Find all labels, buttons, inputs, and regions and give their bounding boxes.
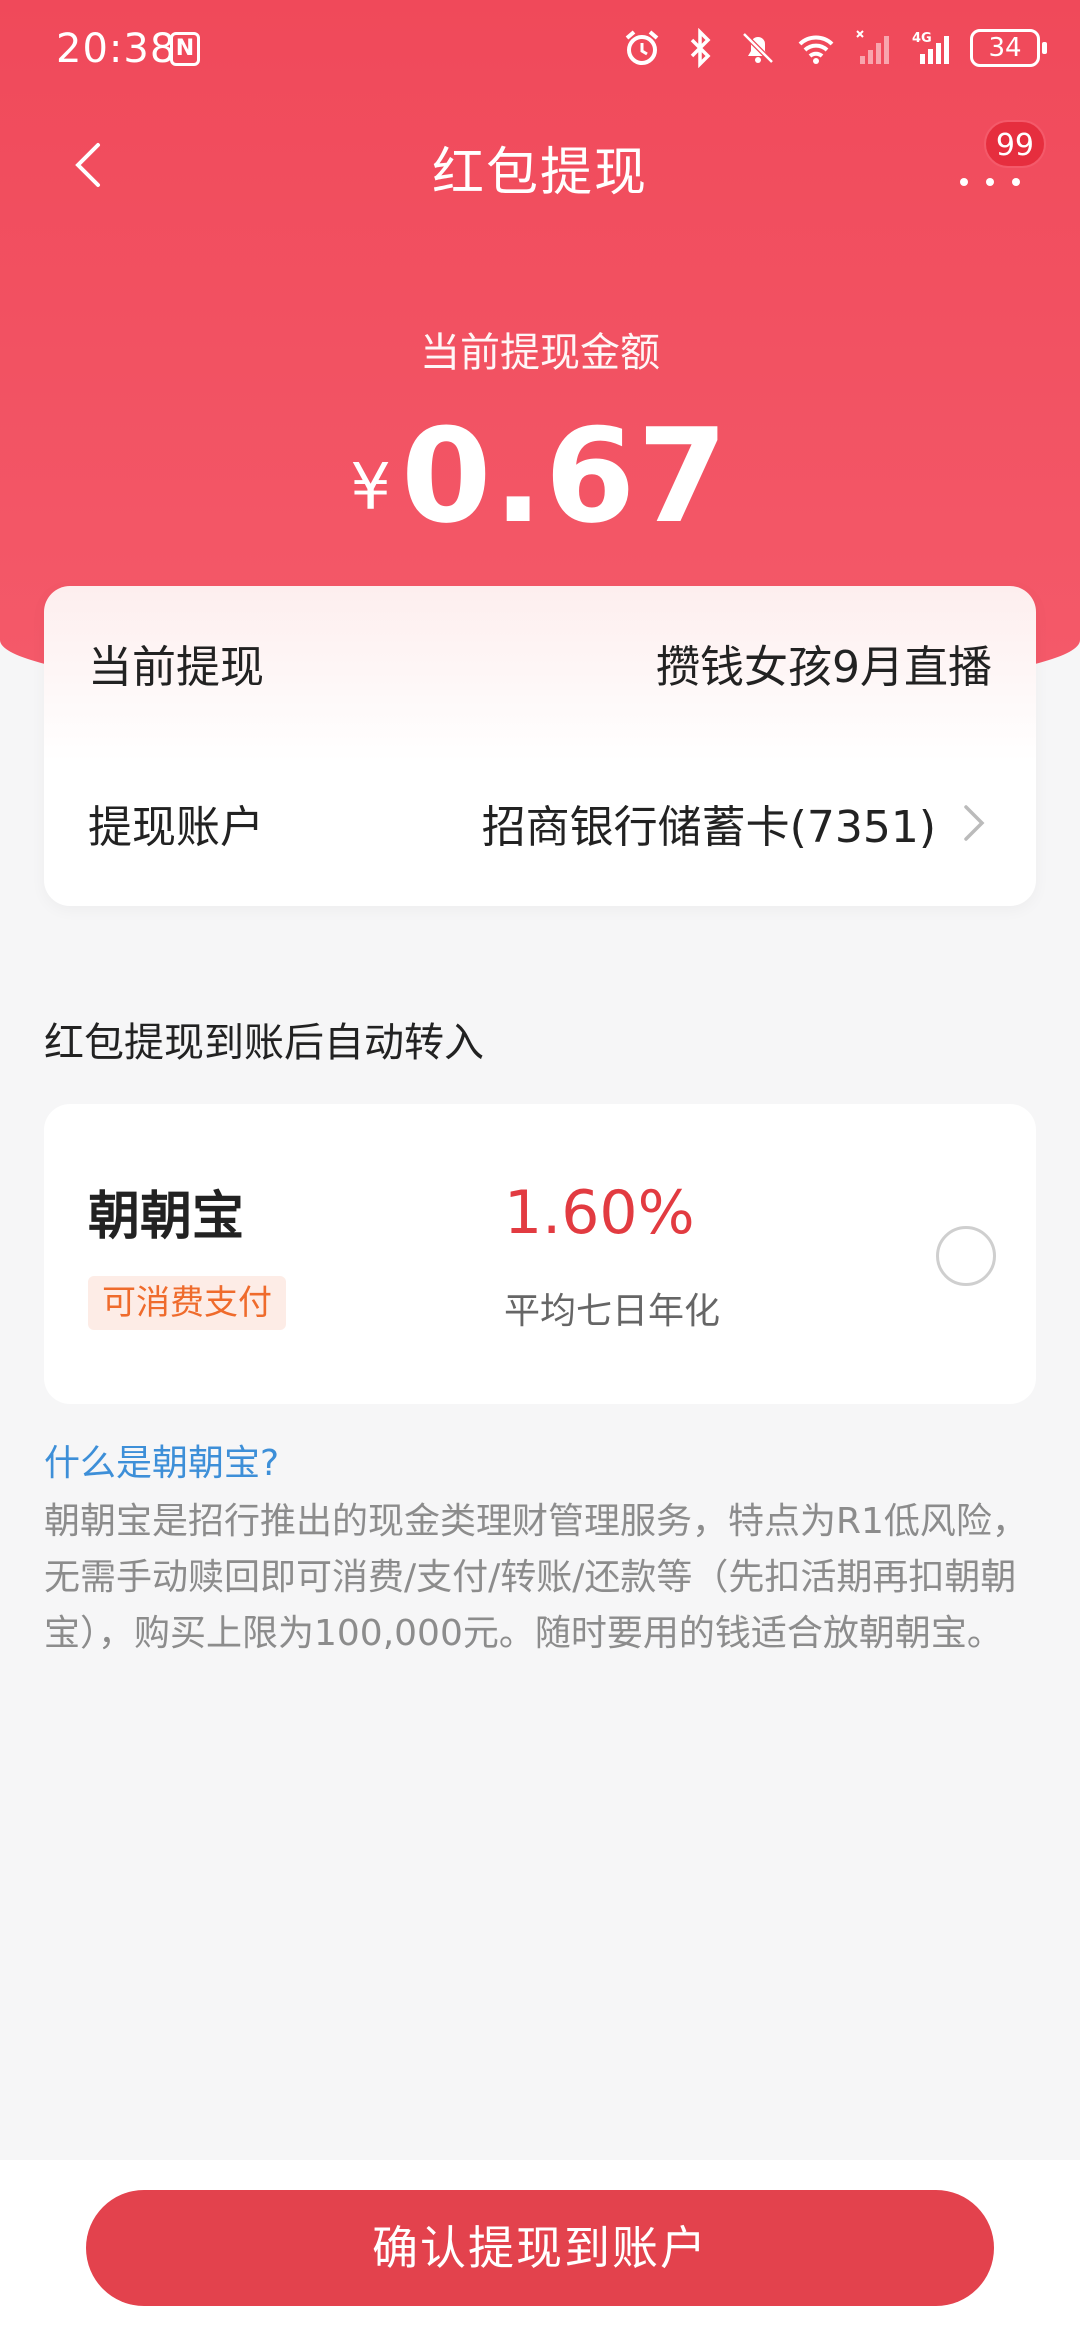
- current-withdraw-row: 当前提现 攒钱女孩9月直播: [88, 618, 992, 708]
- auto-transfer-title: 红包提现到账后自动转入: [44, 1020, 484, 1066]
- product-description: 朝朝宝是招行推出的现金类理财管理服务，特点为R1低风险，无需手动赎回即可消费/支…: [44, 1501, 1028, 1654]
- svg-text:4G: 4G: [912, 31, 932, 46]
- status-bar: 20:38 N 4G 34: [0, 0, 1080, 100]
- wifi-icon: [798, 35, 834, 64]
- status-time: 20:38: [56, 26, 177, 72]
- current-withdraw-value: 攒钱女孩9月直播: [656, 642, 992, 693]
- product-option-card[interactable]: 朝朝宝 可消费支付 1.60% 平均七日年化: [44, 1104, 1036, 1404]
- product-tag: 可消费支付: [88, 1276, 286, 1330]
- currency-symbol: ¥: [350, 451, 391, 525]
- amount-label: 当前提现金额: [420, 330, 660, 376]
- yield-rate: 1.60%: [504, 1178, 695, 1248]
- withdraw-account-value-group: 招商银行储蓄卡(7351): [482, 791, 992, 855]
- yield-rate-label: 平均七日年化: [504, 1291, 721, 1332]
- chevron-right-icon: [964, 805, 985, 841]
- notification-badge: 99: [983, 120, 1046, 168]
- battery-icon: 34: [970, 29, 1047, 67]
- amount-value: 0.67: [400, 400, 730, 552]
- radio-unchecked-icon[interactable]: [936, 1226, 996, 1286]
- navigation-bar: 红包提现 99: [0, 110, 1080, 220]
- signal-sim1-icon: [856, 30, 889, 64]
- withdraw-account-label: 提现账户: [88, 802, 264, 853]
- confirm-withdraw-button[interactable]: 确认提现到账户: [86, 2190, 994, 2306]
- what-is-product-link[interactable]: 什么是朝朝宝?: [44, 1434, 279, 1486]
- amount-display: ¥0.67: [0, 400, 1080, 552]
- withdraw-info-card: 当前提现 攒钱女孩9月直播 提现账户 招商银行储蓄卡(7351): [44, 586, 1036, 906]
- signal-4g-icon: 4G: [912, 31, 949, 64]
- product-name: 朝朝宝: [88, 1187, 245, 1247]
- status-icons: 4G 34: [622, 24, 1047, 72]
- mute-bell-icon: [742, 32, 774, 64]
- withdraw-account-value: 招商银行储蓄卡(7351): [481, 802, 936, 853]
- page-title: 红包提现: [431, 143, 648, 203]
- bottom-action-bar: 确认提现到账户: [0, 2160, 1080, 2340]
- nfc-icon: N: [170, 32, 200, 66]
- withdraw-account-row[interactable]: 提现账户 招商银行储蓄卡(7351): [88, 778, 992, 868]
- current-withdraw-label: 当前提现: [88, 642, 264, 693]
- alarm-icon: [625, 30, 659, 65]
- bluetooth-icon: [690, 28, 711, 68]
